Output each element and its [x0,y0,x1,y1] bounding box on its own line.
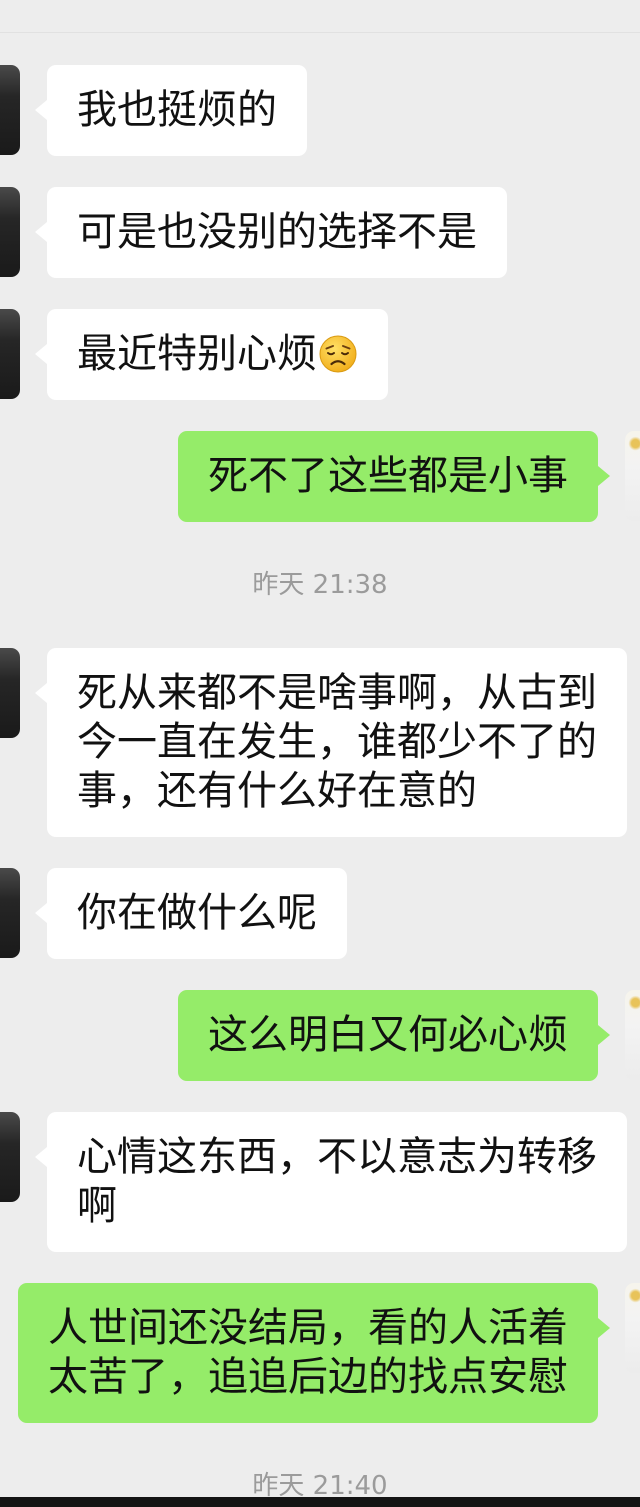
my-avatar[interactable] [625,1283,640,1373]
bottom-edge-bar [0,1497,640,1507]
received-message-bubble[interactable]: 最近特别心烦 [35,309,388,400]
chat-screen: 我也挺烦的可是也没别的选择不是 最近特别心烦死不了这些都是小事昨天 21:38 死从… [0,0,640,1507]
contact-avatar[interactable] [0,187,20,277]
sent-message-row: 死不了这些都是小事 [0,431,640,522]
sent-message-row: 人世间还没结局，看的人活着太苦了，追追后边的找点安慰 [0,1283,640,1423]
contact-avatar[interactable] [0,65,20,155]
message-text: 最近特别心烦 [77,331,317,377]
message-text: 可是也没别的选择不是 [77,209,477,255]
received-message-bubble[interactable]: 你在做什么呢 [35,868,347,959]
message-text: 死从来都不是啥事啊，从古到今一直在发生，谁都少不了的事，还有什么好在意的 [77,670,597,814]
my-avatar[interactable] [625,431,640,521]
received-message-bubble[interactable]: 可是也没别的选择不是 [35,187,507,278]
sent-message-bubble[interactable]: 这么明白又何必心烦 [178,990,610,1081]
received-message-bubble[interactable]: 心情这东西，不以意志为转移啊 [35,1112,627,1252]
message-list[interactable]: 我也挺烦的可是也没别的选择不是 最近特别心烦死不了这些都是小事昨天 21:38 死从… [0,0,640,1507]
received-message-bubble[interactable]: 我也挺烦的 [35,65,307,156]
contact-avatar[interactable] [0,1112,20,1202]
received-message-bubble[interactable]: 死从来都不是啥事啊，从古到今一直在发生，谁都少不了的事，还有什么好在意的 [35,648,627,837]
message-text: 死不了这些都是小事 [208,453,568,499]
timestamp: 昨天 21:38 [252,570,388,600]
contact-avatar[interactable] [0,309,20,399]
sent-message-row: 这么明白又何必心烦 [0,990,640,1081]
sent-message-bubble[interactable]: 死不了这些都是小事 [178,431,610,522]
received-message-row: 我也挺烦的 [0,65,640,156]
received-message-row: 可是也没别的选择不是 [0,187,640,278]
received-message-row: 最近特别心烦 [0,309,640,400]
contact-avatar[interactable] [0,648,20,738]
sent-message-bubble[interactable]: 人世间还没结局，看的人活着太苦了，追追后边的找点安慰 [18,1283,610,1423]
received-message-row: 心情这东西，不以意志为转移啊 [0,1112,640,1252]
message-text: 这么明白又何必心烦 [208,1012,568,1058]
message-text: 我也挺烦的 [77,87,277,133]
my-avatar[interactable] [625,990,640,1080]
message-text: 心情这东西，不以意志为转移啊 [77,1134,597,1229]
received-message-row: 你在做什么呢 [0,868,640,959]
message-text: 人世间还没结局，看的人活着太苦了，追追后边的找点安慰 [48,1305,568,1400]
message-text: 你在做什么呢 [77,890,317,936]
received-message-row: 死从来都不是啥事啊，从古到今一直在发生，谁都少不了的事，还有什么好在意的 [0,648,640,837]
sad-face-icon [318,334,358,374]
contact-avatar[interactable] [0,868,20,958]
